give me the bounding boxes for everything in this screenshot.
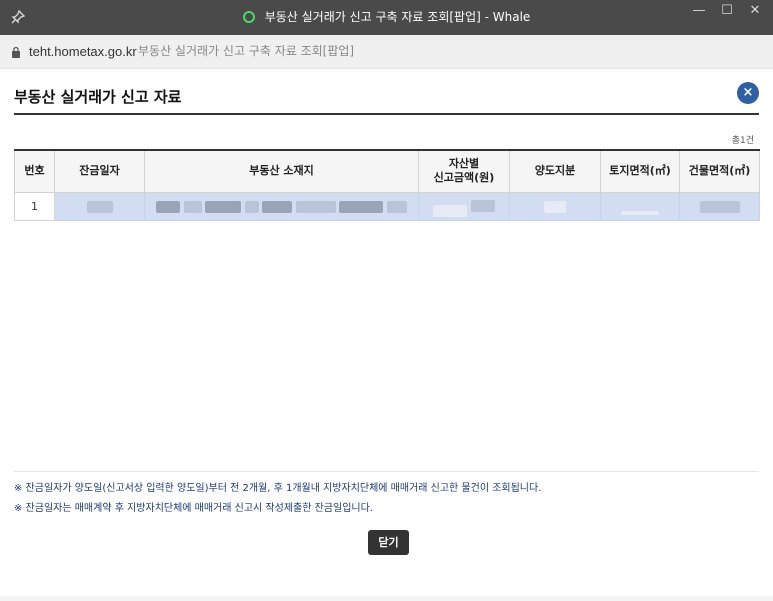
header-land-area: 토지면적(㎡)	[600, 149, 680, 193]
close-button[interactable]: 닫기	[368, 530, 409, 555]
cell-payment-date-redacted	[54, 191, 145, 221]
header-num: 번호	[14, 149, 55, 193]
header-share: 양도지분	[509, 149, 601, 193]
header-payment-date: 잔금일자	[54, 149, 145, 193]
header-amount-line1: 자산별	[448, 157, 480, 171]
close-icon[interactable]: ×	[737, 82, 759, 104]
window-title: 부동산 실거래가 신고 구축 자료 조회[팝업] - Whale	[264, 10, 531, 24]
header-building-area: 건물면적(㎡)	[679, 149, 760, 193]
table-header-row: 번호 잔금일자 부동산 소재지 자산별 신고금액(원) 양도지분 토지면적(㎡)…	[14, 149, 760, 193]
result-count: 총1건	[731, 136, 754, 146]
window-bottom-edge	[0, 596, 773, 601]
page-title: 부동산 실거래가 신고 자료	[14, 88, 182, 106]
header-amount: 자산별 신고금액(원)	[418, 149, 510, 193]
url-page-title: 부동산 실거래가 신고 구축 자료 조회[팝업]	[138, 44, 355, 58]
window-titlebar: 부동산 실거래가 신고 구축 자료 조회[팝업] - Whale — ☐ ✕	[0, 0, 773, 35]
notes-divider	[14, 471, 759, 472]
data-table: 번호 잔금일자 부동산 소재지 자산별 신고금액(원) 양도지분 토지면적(㎡)…	[14, 149, 760, 221]
cell-building-area-redacted	[679, 191, 760, 221]
cell-amount-redacted	[418, 191, 510, 221]
minimize-button[interactable]: —	[684, 0, 714, 24]
window-title-area: 부동산 실거래가 신고 구축 자료 조회[팝업] - Whale	[0, 0, 773, 35]
cell-num: 1	[14, 191, 55, 221]
cell-land-area-redacted	[600, 191, 680, 221]
cell-share-redacted	[509, 191, 601, 221]
loading-circle-icon	[242, 11, 255, 23]
window-close-button[interactable]: ✕	[740, 0, 770, 24]
heading-divider	[14, 113, 759, 115]
header-amount-line2: 신고금액(원)	[433, 171, 495, 185]
note-text: ※ 잔금일자는 매매계약 후 지방자치단체에 매매거래 신고시 작성제출한 잔금…	[14, 503, 373, 514]
table-row[interactable]: 1	[14, 191, 760, 221]
address-bar[interactable]: teht.hometax.go.kr 부동산 실거래가 신고 구축 자료 조회[…	[0, 35, 773, 69]
lock-icon	[12, 46, 20, 58]
maximize-button[interactable]: ☐	[712, 0, 742, 24]
url-domain: teht.hometax.go.kr	[29, 44, 137, 59]
note-text: ※ 잔금일자가 양도일(신고서상 입력한 양도일)부터 전 2개월, 후 1개월…	[14, 483, 542, 494]
header-location: 부동산 소재지	[144, 149, 419, 193]
cell-location-redacted	[144, 191, 419, 221]
